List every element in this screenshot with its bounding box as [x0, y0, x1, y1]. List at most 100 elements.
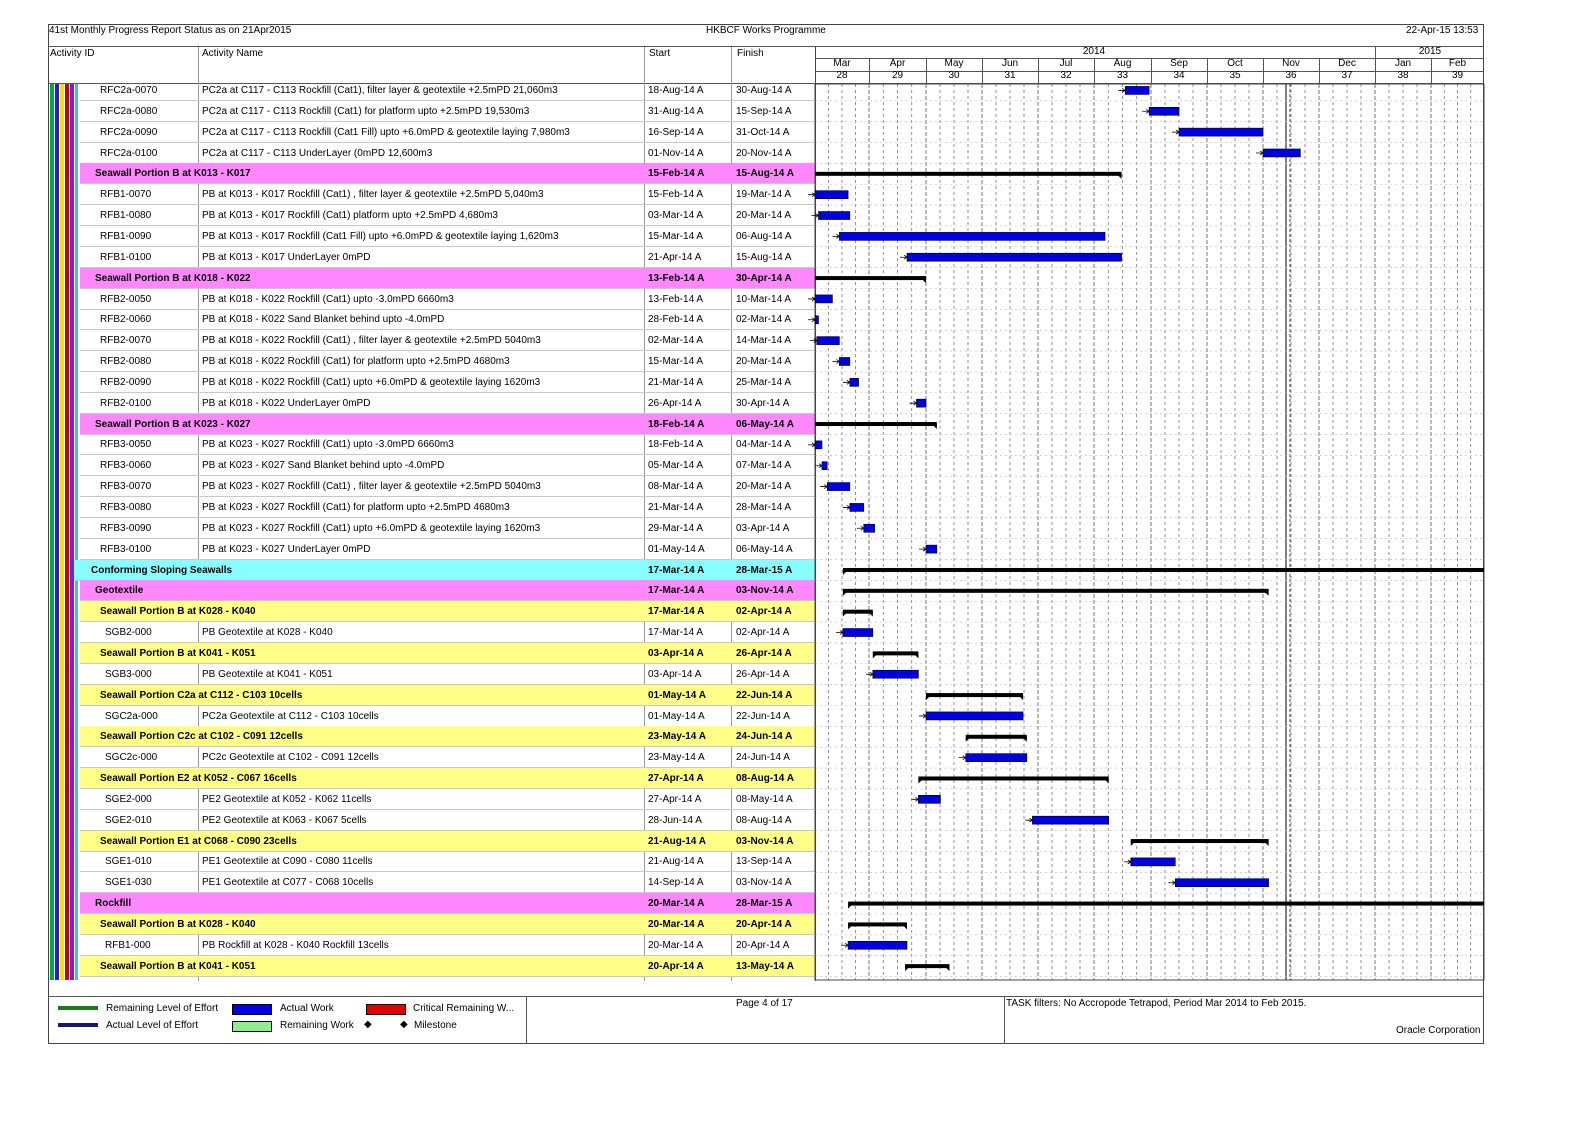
summary-bar	[842, 567, 1484, 572]
summary-start-marker	[926, 695, 931, 701]
summary-bar	[815, 422, 937, 427]
activity-bar	[1032, 815, 1110, 825]
page-number: Page 4 of 17	[736, 998, 793, 1009]
legend-actual-loe-swatch	[58, 1023, 98, 1027]
summary-end-marker	[944, 966, 950, 972]
predecessor-arrow	[1172, 129, 1180, 135]
activity-bar	[821, 461, 828, 471]
summary-bar	[905, 964, 950, 969]
activity-bar	[849, 378, 859, 387]
activity-bar	[1174, 878, 1269, 888]
activity-bar	[965, 753, 1028, 762]
summary-end-marker	[1263, 590, 1269, 596]
summary-bar	[848, 901, 1484, 906]
summary-bar	[848, 922, 907, 927]
predecessor-arrow	[919, 713, 927, 719]
summary-bar	[815, 276, 926, 281]
summary-start-marker	[848, 924, 854, 930]
divider	[526, 996, 527, 1044]
summary-bar	[965, 734, 1027, 739]
summary-bar	[842, 588, 1269, 593]
predecessor-arrow	[820, 484, 828, 489]
divider	[1004, 996, 1005, 1044]
activity-bar	[1262, 148, 1301, 158]
summary-start-marker	[842, 569, 848, 575]
summary-end-marker	[921, 278, 926, 284]
activity-bar	[826, 482, 851, 491]
predecessor-arrow	[832, 359, 841, 364]
summary-start-marker	[848, 903, 854, 909]
summary-end-marker	[902, 924, 907, 930]
activity-bar	[1130, 857, 1176, 867]
activity-bar	[814, 190, 849, 199]
legend-remaining-work-swatch	[232, 1021, 272, 1032]
legend-actual-work-swatch	[232, 1004, 272, 1015]
legend-milestone: Milestone	[414, 1020, 457, 1031]
summary-start-marker	[1130, 841, 1136, 847]
predecessor-arrow	[900, 254, 908, 260]
activity-bar	[916, 398, 927, 408]
predecessor-arrow	[1256, 150, 1264, 156]
predecessor-arrow	[909, 400, 918, 406]
gantt-border	[814, 83, 1485, 981]
predecessor-arrow	[808, 317, 816, 323]
predecessor-arrow	[1025, 817, 1034, 823]
predecessor-arrow	[808, 192, 816, 198]
predecessor-arrow	[1123, 859, 1132, 865]
activity-bar	[925, 544, 938, 554]
activity-bar	[1178, 127, 1264, 137]
legend-critical-remaining: Critical Remaining W...	[413, 1003, 515, 1014]
summary-end-marker	[913, 653, 919, 659]
summary-start-marker	[872, 653, 878, 659]
activity-bar	[1124, 86, 1150, 95]
summary-end-marker	[1103, 778, 1109, 784]
legend-remaining-work: Remaining Work	[280, 1020, 354, 1031]
predecessor-arrow	[1142, 108, 1150, 114]
predecessor-arrow	[809, 338, 818, 343]
predecessor-arrow	[842, 379, 851, 385]
predecessor-arrow	[911, 796, 920, 802]
legend-critical-swatch	[366, 1004, 406, 1015]
summary-bar	[926, 693, 1024, 698]
legend-actual-loe: Actual Level of Effort	[106, 1020, 199, 1031]
summary-end-marker	[931, 424, 937, 430]
predecessor-arrow	[842, 505, 851, 510]
summary-start-marker	[905, 966, 911, 972]
activity-bar	[863, 523, 875, 533]
activity-bar	[906, 252, 1122, 262]
summary-end-marker	[867, 611, 873, 617]
legend-remaining-loe-swatch	[58, 1006, 98, 1010]
activity-bar	[918, 795, 941, 804]
milestone-diamond-icon: ◆	[364, 1019, 372, 1030]
predecessor-arrow	[1118, 88, 1126, 93]
summary-start-marker	[918, 778, 924, 784]
predecessor-arrow	[919, 546, 927, 552]
activity-bar	[839, 357, 851, 366]
summary-start-marker	[842, 611, 848, 617]
summary-start-marker	[965, 736, 971, 742]
activity-bar	[1148, 106, 1180, 116]
milestone-diamond-icon: ◆	[400, 1019, 408, 1030]
summary-end-marker	[1116, 173, 1122, 179]
summary-bar	[815, 171, 1122, 176]
activity-bar	[842, 628, 874, 637]
divider	[48, 996, 1484, 997]
activity-bar	[847, 940, 908, 950]
summary-bar	[872, 651, 919, 656]
predecessor-arrow	[856, 525, 865, 531]
activity-bar	[818, 211, 851, 220]
activity-bar	[849, 503, 865, 512]
task-filters: TASK filters: No Accropode Tetrapod, Per…	[1006, 998, 1307, 1009]
company-name: Oracle Corporation	[1396, 1025, 1481, 1036]
predecessor-arrow	[1168, 880, 1176, 886]
activity-bar	[814, 440, 823, 450]
summary-bar	[918, 776, 1109, 781]
predecessor-arrow	[808, 296, 816, 302]
summary-start-marker	[842, 590, 848, 596]
summary-end-marker	[1263, 841, 1269, 847]
predecessor-arrow	[958, 755, 967, 760]
activity-bar	[816, 336, 840, 345]
activity-bar	[839, 232, 1106, 241]
activity-bar	[872, 669, 919, 679]
predecessor-arrow	[808, 442, 816, 448]
